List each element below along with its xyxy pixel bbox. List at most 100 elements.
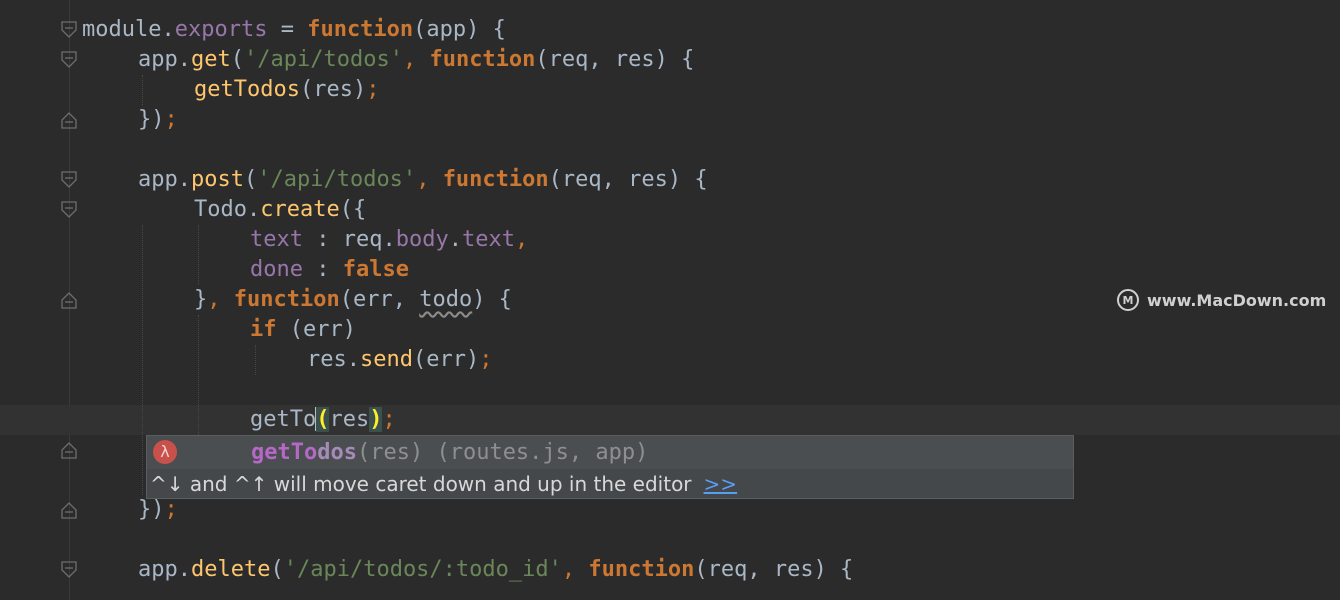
code-token: : (302, 227, 343, 252)
fold-open-icon[interactable] (61, 171, 77, 189)
code-token: ; (164, 107, 178, 132)
code-line[interactable]: module.exports = function(app) { (82, 15, 506, 45)
fold-close-icon[interactable] (61, 441, 77, 459)
code-line[interactable]: if (err) (250, 315, 356, 345)
code-token: = (267, 17, 308, 42)
code-token: '/api/todos/:todo_id' (283, 557, 562, 582)
code-token: (req, res) { (694, 557, 854, 582)
code-token: (req, res) { (535, 47, 695, 72)
completion-rest: dos (317, 440, 357, 465)
fold-open-icon[interactable] (61, 201, 77, 219)
code-token: app (138, 167, 178, 192)
brace-match: ( (316, 407, 330, 432)
code-token: (res) (299, 77, 367, 102)
fold-open-icon[interactable] (61, 21, 77, 39)
code-token: (req, res) { (548, 167, 708, 192)
code-editor[interactable]: module.exports = function(app) { app.get… (0, 0, 1340, 600)
code-token: ) { (472, 287, 512, 312)
code-token: Todo (194, 197, 247, 222)
code-line[interactable]: text : req.body.text, (250, 225, 528, 255)
code-token: , (416, 167, 430, 192)
code-line[interactable]: }); (138, 495, 178, 525)
code-token: ; (382, 407, 396, 432)
code-token: . (177, 47, 191, 72)
macdown-logo-icon: M (1117, 289, 1139, 311)
code-token: (err) (276, 317, 356, 342)
code-token: body (395, 227, 449, 252)
completion-label: getTodos(res) (routes.js, app) (251, 436, 648, 469)
code-line[interactable]: Todo.create({ (194, 195, 366, 225)
code-line[interactable]: app.delete('/api/todos/:todo_id', functi… (138, 555, 853, 585)
code-line[interactable]: app.post('/api/todos', function(req, res… (138, 165, 708, 195)
completion-signature: (res) (356, 440, 424, 465)
code-line[interactable]: }); (138, 105, 178, 135)
code-token: . (346, 347, 360, 372)
code-token: }) (138, 497, 165, 522)
code-token: . (177, 557, 191, 582)
code-token: res (329, 407, 370, 432)
code-token: ; (366, 77, 380, 102)
code-token: exports (174, 17, 268, 42)
fold-close-icon[interactable] (61, 501, 77, 519)
completion-location: (routes.js, app) (423, 440, 649, 465)
code-token: function (442, 167, 549, 192)
code-line[interactable]: res.send(err); (307, 345, 492, 375)
code-token: app (138, 47, 178, 72)
code-token: (app) { (413, 17, 506, 42)
code-token: send (360, 347, 413, 372)
code-token: function (233, 287, 340, 312)
code-token: ; (164, 497, 178, 522)
code-token: (err) (412, 347, 480, 372)
code-token: module (82, 17, 162, 42)
completion-item[interactable]: λ getTodos(res) (routes.js, app) (147, 436, 1073, 469)
code-line[interactable]: }, function(err, todo) { (194, 285, 512, 315)
code-token: ; (479, 347, 493, 372)
code-token: ( (270, 557, 284, 582)
code-token: function (307, 17, 414, 42)
code-line[interactable]: done : false (250, 255, 409, 285)
indent-guide (255, 345, 256, 375)
code-token: function (429, 47, 536, 72)
code-token: false (342, 257, 409, 282)
indent-guide (198, 315, 199, 435)
code-token: . (246, 197, 261, 222)
fold-open-icon[interactable] (61, 561, 77, 579)
typed-token: getTo (250, 407, 317, 432)
indent-guide (198, 225, 199, 285)
code-token: ( (230, 47, 244, 72)
code-token: function (588, 557, 695, 582)
completion-hint: ^↓ and ^↑ will move caret down and up in… (150, 469, 737, 499)
current-line-highlight (0, 405, 1340, 435)
fold-close-icon[interactable] (61, 291, 77, 309)
code-token: res (307, 347, 347, 372)
fold-open-icon[interactable] (61, 51, 77, 69)
code-token: app (138, 557, 178, 582)
code-token: delete (191, 557, 271, 582)
code-line-current[interactable]: getTo(res); (250, 405, 396, 435)
lambda-icon: λ (153, 440, 177, 464)
completion-popup[interactable]: λ getTodos(res) (routes.js, app) ^↓ and … (146, 435, 1074, 499)
completion-hint-text: ^↓ and ^↑ will move caret down and up in… (150, 472, 692, 496)
watermark-text: www.MacDown.com (1147, 290, 1327, 310)
indent-guide (142, 75, 143, 105)
code-token: . (161, 17, 175, 42)
code-token: . (382, 227, 396, 252)
code-token: getTodos (194, 77, 300, 102)
code-token: : (302, 257, 343, 282)
completion-match: getTo (251, 440, 318, 465)
code-token: , (207, 287, 221, 312)
code-token: get (191, 47, 231, 72)
code-line[interactable]: app.get('/api/todos', function(req, res)… (138, 45, 694, 75)
code-token: '/api/todos' (257, 167, 417, 192)
code-token: , (514, 227, 529, 252)
code-token: } (194, 287, 208, 312)
completion-hint-link[interactable]: >> (704, 472, 738, 496)
code-token: , (402, 47, 417, 72)
fold-close-icon[interactable] (61, 111, 77, 129)
code-token: text (250, 227, 303, 252)
code-token: , (561, 557, 576, 582)
indent-guide (142, 225, 143, 495)
brace-match: ) (369, 407, 383, 432)
code-token: ( (243, 167, 258, 192)
code-line[interactable]: getTodos(res); (194, 75, 379, 105)
